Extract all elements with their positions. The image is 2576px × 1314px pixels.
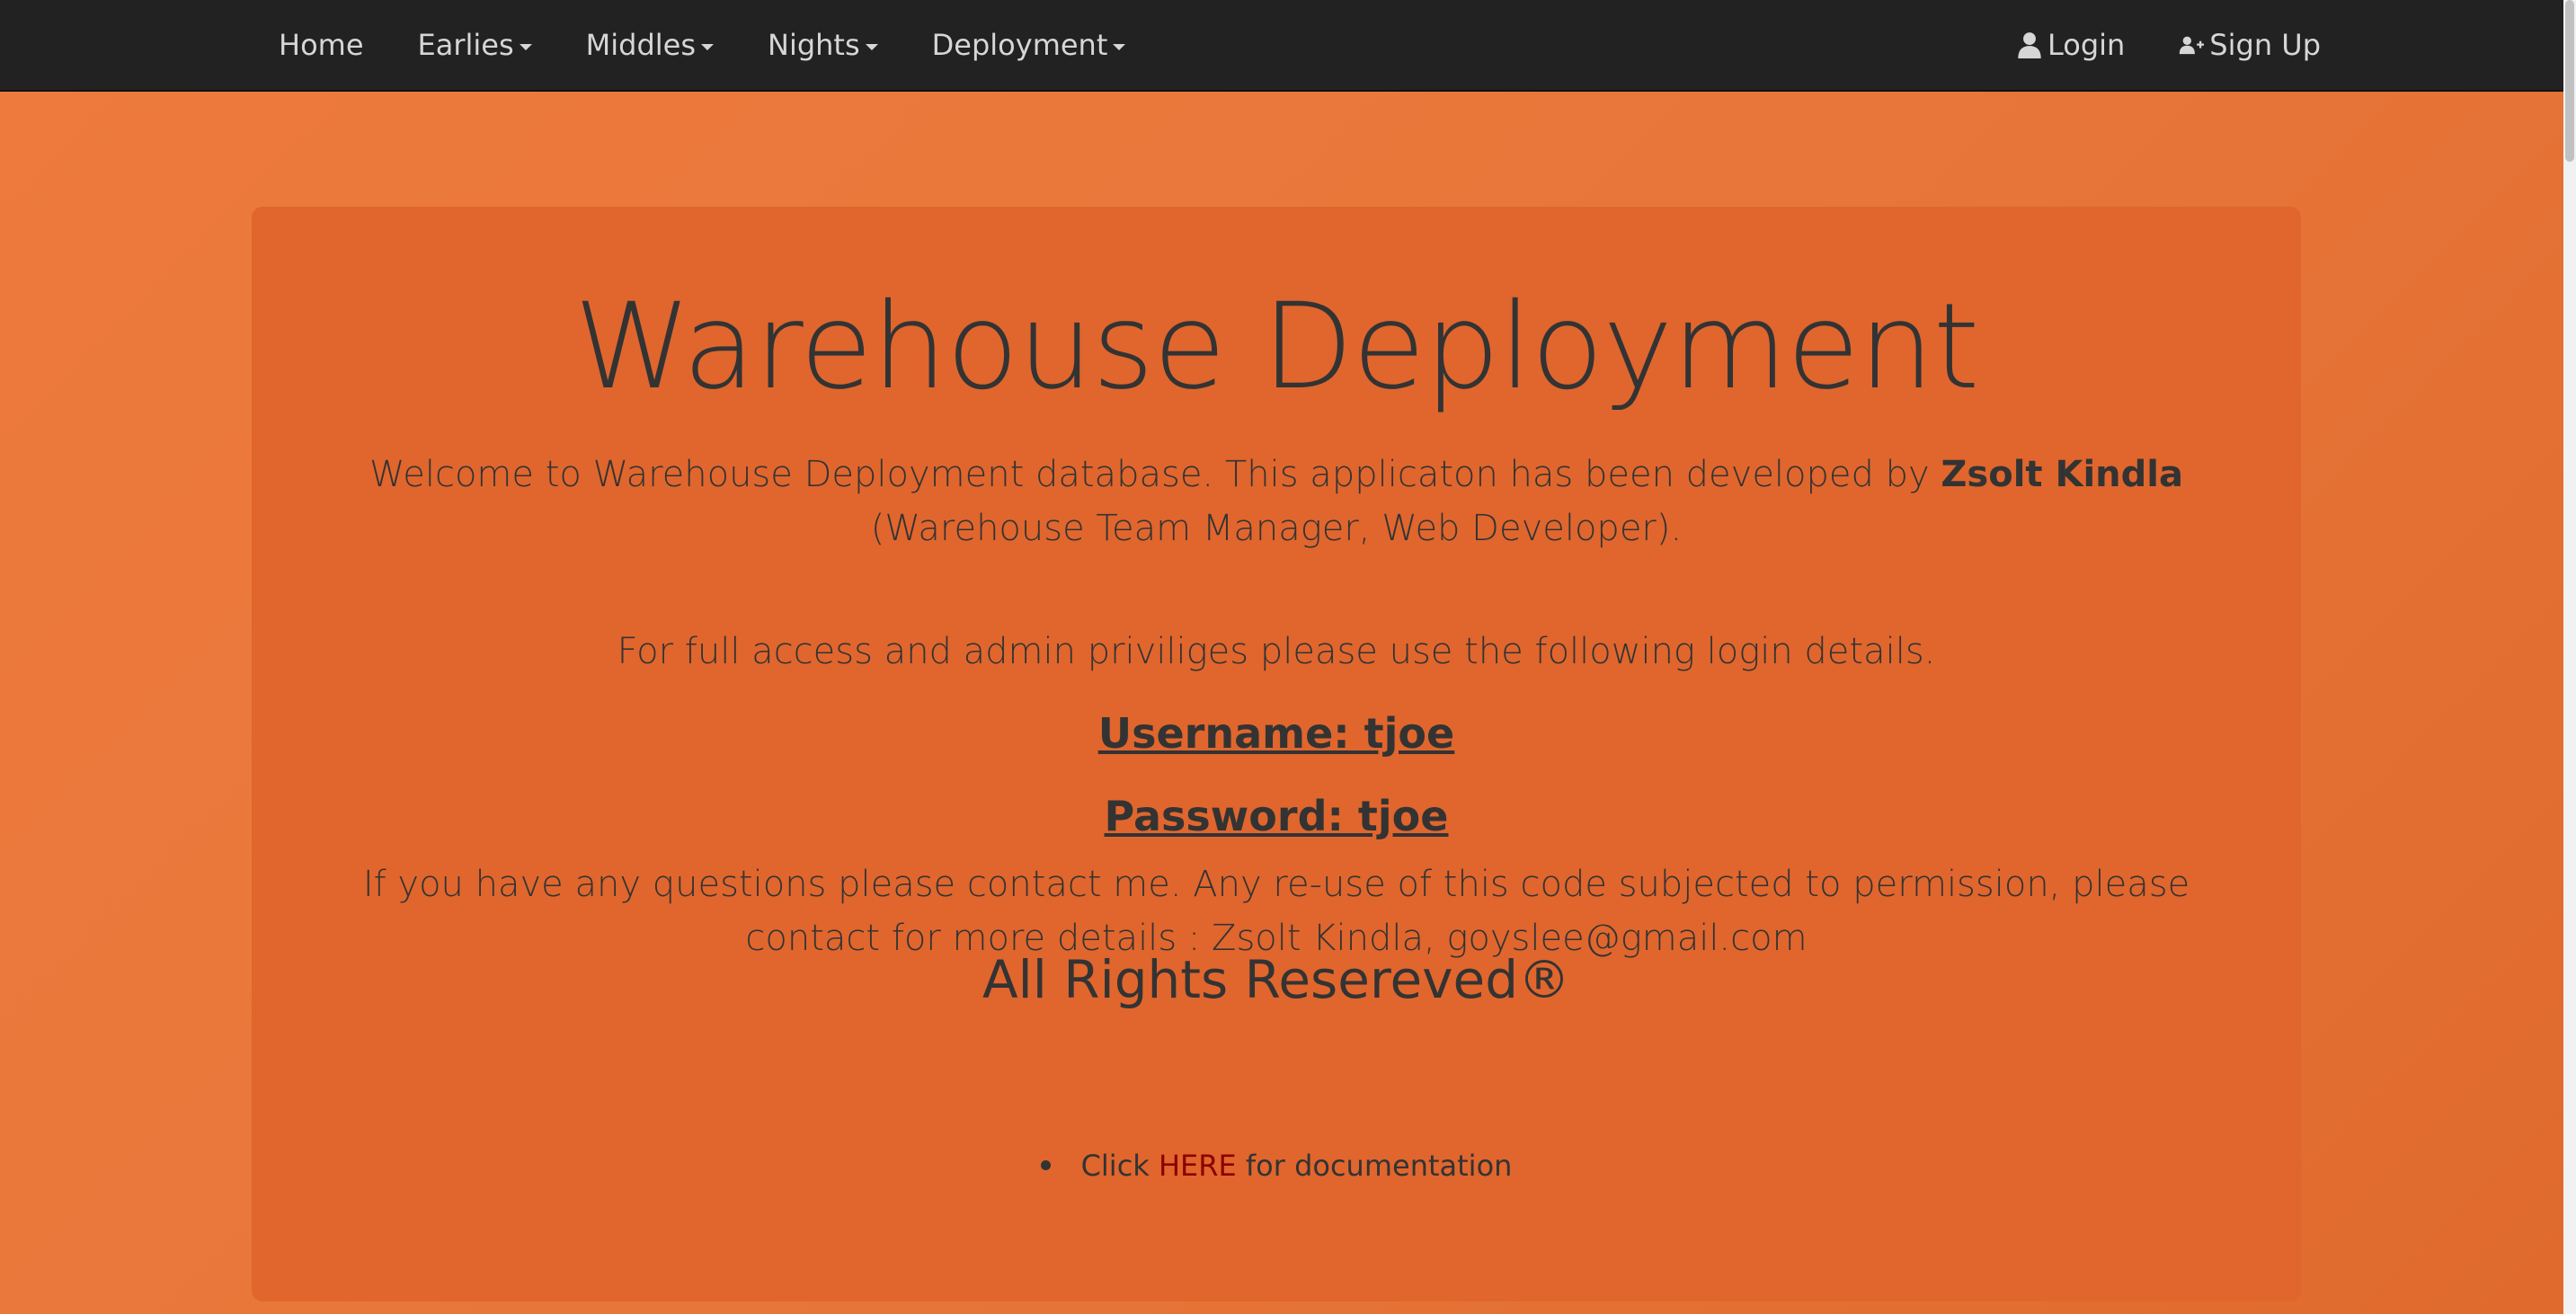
top-navbar: Home Earlies Middles Nights Deployment L… bbox=[0, 0, 2563, 92]
caret-down-icon bbox=[519, 43, 532, 50]
nav-home-label: Home bbox=[279, 28, 364, 62]
welcome-panel: Warehouse Deployment Welcome to Warehous… bbox=[252, 207, 2301, 1301]
page-title: Warehouse Deployment bbox=[573, 278, 1980, 416]
username-credential: Username: tjoe bbox=[1097, 709, 1455, 758]
scrollbar-thumb[interactable] bbox=[2565, 0, 2574, 162]
nav-nights-label: Nights bbox=[768, 28, 860, 62]
rights-heading: All Rights Resereved® bbox=[982, 949, 1571, 1010]
login-link[interactable]: Login bbox=[1990, 28, 2152, 62]
welcome-text-before: Welcome to Warehouse Deployment database… bbox=[369, 454, 1941, 495]
nav-right-group: Login Sign Up bbox=[1990, 0, 2321, 90]
doc-text-after: for documentation bbox=[1236, 1149, 1513, 1183]
nav-earlies-label: Earlies bbox=[417, 28, 514, 62]
nav-left-group: Home Earlies Middles Nights Deployment bbox=[252, 0, 1152, 90]
caret-down-icon bbox=[701, 43, 714, 50]
nav-home[interactable]: Home bbox=[252, 28, 391, 62]
welcome-text: Welcome to Warehouse Deployment database… bbox=[360, 448, 2193, 555]
bullet-icon bbox=[1040, 1159, 1051, 1170]
password-credential: Password: tjoe bbox=[1104, 792, 1449, 840]
nav-deployment-dropdown[interactable]: Deployment bbox=[905, 28, 1153, 62]
doc-text-before: Click bbox=[1080, 1149, 1159, 1183]
nav-middles-dropdown[interactable]: Middles bbox=[559, 28, 741, 62]
documentation-list-item: Click HERE for documentation bbox=[252, 1143, 2301, 1188]
nav-middles-label: Middles bbox=[585, 28, 696, 62]
documentation-link[interactable]: HERE bbox=[1159, 1149, 1237, 1183]
nav-deployment-label: Deployment bbox=[931, 28, 1108, 62]
user-icon bbox=[2018, 32, 2041, 58]
access-instructions: For full access and admin priviliges ple… bbox=[617, 631, 1936, 672]
nav-earlies-dropdown[interactable]: Earlies bbox=[391, 28, 559, 62]
signup-link[interactable]: Sign Up bbox=[2152, 28, 2321, 62]
welcome-text-after: (Warehouse Team Manager, Web Developer). bbox=[870, 508, 1683, 549]
signup-label: Sign Up bbox=[2209, 28, 2321, 62]
page-scrollbar[interactable] bbox=[2563, 0, 2576, 1314]
caret-down-icon bbox=[865, 43, 878, 50]
author-name: Zsolt Kindla bbox=[1941, 454, 2183, 495]
nav-nights-dropdown[interactable]: Nights bbox=[741, 28, 905, 62]
login-label: Login bbox=[2047, 28, 2126, 62]
caret-down-icon bbox=[1113, 43, 1126, 50]
user-plus-icon bbox=[2180, 36, 2205, 55]
